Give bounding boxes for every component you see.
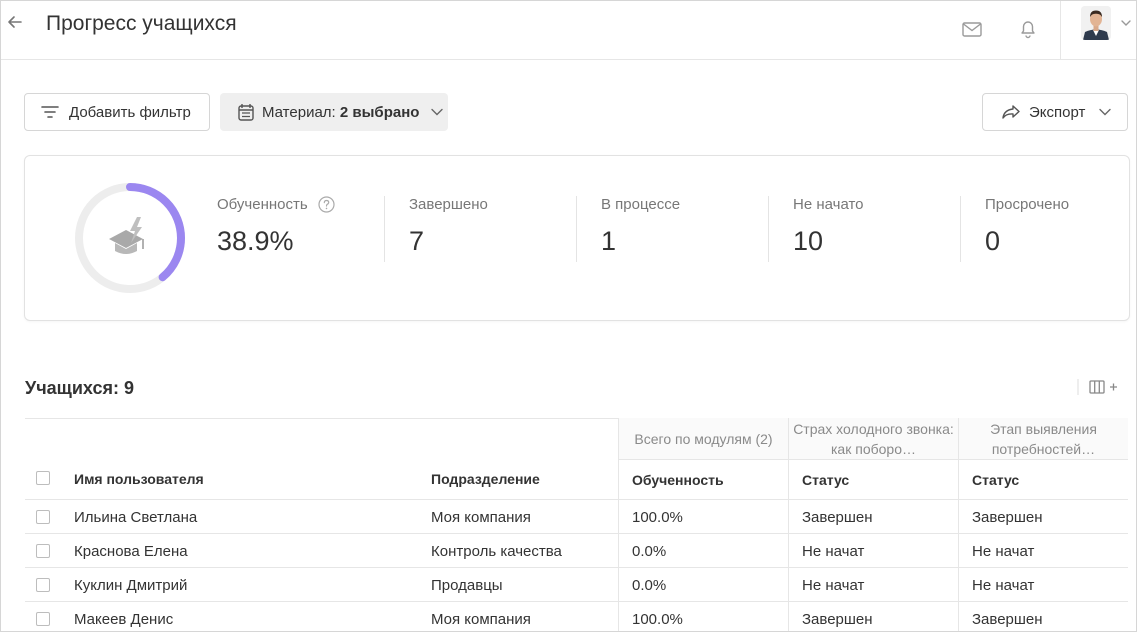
material-label-prefix: Материал: bbox=[262, 103, 336, 121]
stat-progress-label-row: Обученность bbox=[217, 196, 335, 213]
column-divider bbox=[958, 418, 959, 631]
bell-icon[interactable] bbox=[1017, 17, 1039, 39]
row-department: Моя компания bbox=[431, 611, 531, 628]
row-status-module-2: Не начат bbox=[972, 543, 1035, 560]
row-status-module-1: Завершен bbox=[802, 611, 873, 628]
share-arrow-icon bbox=[1002, 105, 1020, 119]
row-progress: 0.0% bbox=[632, 543, 667, 560]
row-checkbox[interactable] bbox=[36, 612, 50, 626]
row-progress: 100.0% bbox=[632, 611, 683, 628]
header-status-module-1[interactable]: Статус bbox=[802, 472, 849, 488]
stats-card: Обученность 38.9% Завершено 7 В процессе… bbox=[24, 155, 1130, 321]
material-filter-label: Материал: 2 выбрано bbox=[262, 104, 419, 121]
stat-in-progress: В процессе 1 bbox=[601, 196, 680, 257]
stat-divider bbox=[576, 196, 577, 262]
stat-progress: Обученность 38.9% bbox=[217, 196, 335, 257]
stat-progress-label: Обученность bbox=[217, 196, 308, 213]
header-department[interactable]: Подразделение bbox=[431, 471, 540, 487]
row-checkbox[interactable] bbox=[36, 578, 50, 592]
stat-divider bbox=[768, 196, 769, 262]
stat-in-progress-label: В процессе bbox=[601, 196, 681, 213]
row-checkbox[interactable] bbox=[36, 510, 50, 524]
export-label: Экспорт bbox=[1029, 103, 1086, 121]
material-label-value: 2 выбрано bbox=[339, 103, 420, 121]
chevron-down-icon[interactable] bbox=[1119, 16, 1133, 30]
row-department: Контроль качества bbox=[431, 543, 562, 560]
arrow-left-icon[interactable] bbox=[5, 12, 25, 32]
stat-overdue-value: 0 bbox=[985, 226, 1001, 256]
row-border bbox=[25, 567, 1128, 568]
select-all-checkbox[interactable] bbox=[36, 471, 50, 485]
header-bottom-border bbox=[25, 499, 1128, 500]
row-checkbox[interactable] bbox=[36, 544, 50, 558]
column-divider bbox=[618, 418, 619, 631]
stat-completed: Завершено 7 bbox=[409, 196, 488, 257]
column-divider bbox=[788, 418, 789, 631]
row-border bbox=[25, 601, 1128, 602]
group-header-border bbox=[618, 459, 1128, 460]
row-user-name[interactable]: Ильина Светлана bbox=[74, 509, 197, 526]
user-avatar[interactable] bbox=[1081, 6, 1111, 40]
row-user-name[interactable]: Макеев Денис bbox=[74, 611, 173, 628]
row-department: Продавцы bbox=[431, 577, 503, 594]
stat-completed-value: 7 bbox=[409, 226, 425, 256]
row-progress: 0.0% bbox=[632, 577, 667, 594]
chevron-down-icon bbox=[431, 108, 444, 116]
chevron-down-icon bbox=[1099, 108, 1112, 116]
stat-completed-label: Завершено bbox=[409, 196, 488, 213]
stat-not-started-label: Не начато bbox=[793, 196, 864, 213]
row-progress: 100.0% bbox=[632, 509, 683, 526]
stat-divider bbox=[384, 196, 385, 262]
education-cap-icon bbox=[109, 217, 144, 254]
students-count: Учащихся: 9 bbox=[25, 378, 134, 398]
help-icon[interactable] bbox=[318, 196, 335, 213]
filter-icon bbox=[41, 106, 59, 118]
stat-overdue: Просрочено 0 bbox=[985, 196, 1069, 257]
header-status-module-2[interactable]: Статус bbox=[972, 472, 1019, 488]
stat-not-started: Не начато 10 bbox=[793, 196, 864, 257]
header-progress[interactable]: Обученность bbox=[632, 472, 724, 488]
header-divider bbox=[1060, 1, 1061, 60]
stat-divider bbox=[960, 196, 961, 262]
header-user-name[interactable]: Имя пользователя bbox=[74, 471, 204, 487]
row-status-module-2: Завершен bbox=[972, 611, 1043, 628]
row-user-name[interactable]: Краснова Елена bbox=[74, 543, 188, 560]
row-user-name[interactable]: Куклин Дмитрий bbox=[74, 577, 187, 594]
row-department: Моя компания bbox=[431, 509, 531, 526]
row-status-module-1: Завершен bbox=[802, 509, 873, 526]
row-status-module-2: Завершен bbox=[972, 509, 1043, 526]
add-filter-label: Добавить фильтр bbox=[69, 103, 191, 121]
stat-not-started-value: 10 bbox=[793, 226, 824, 256]
group-header-module-2: Этап выявления потребностей… bbox=[958, 418, 1128, 460]
row-status-module-1: Не начат bbox=[802, 577, 865, 594]
group-header-module-1: Страх холодного звонка: как поборо… bbox=[788, 418, 958, 460]
row-status-module-1: Не начат bbox=[802, 543, 865, 560]
column-settings-icon[interactable] bbox=[1077, 377, 1121, 397]
app-frame: Прогресс учащихся Добавить фильтр Матери… bbox=[0, 0, 1137, 632]
material-filter-button[interactable]: Материал: 2 выбрано bbox=[220, 93, 448, 131]
row-status-module-2: Не начат bbox=[972, 577, 1035, 594]
stat-in-progress-value: 1 bbox=[601, 226, 617, 256]
stat-overdue-label: Просрочено bbox=[985, 196, 1070, 213]
calendar-icon bbox=[238, 104, 254, 121]
mail-icon[interactable] bbox=[961, 18, 983, 40]
row-border bbox=[25, 533, 1128, 534]
export-button[interactable]: Экспорт bbox=[982, 93, 1128, 131]
add-filter-button[interactable]: Добавить фильтр bbox=[24, 93, 210, 131]
stat-progress-value: 38.9% bbox=[217, 226, 294, 256]
top-bar: Прогресс учащихся bbox=[1, 1, 1136, 60]
page-title: Прогресс учащихся bbox=[46, 12, 237, 35]
progress-donut bbox=[75, 183, 185, 293]
group-header-total: Всего по модулям (2) bbox=[618, 418, 788, 460]
